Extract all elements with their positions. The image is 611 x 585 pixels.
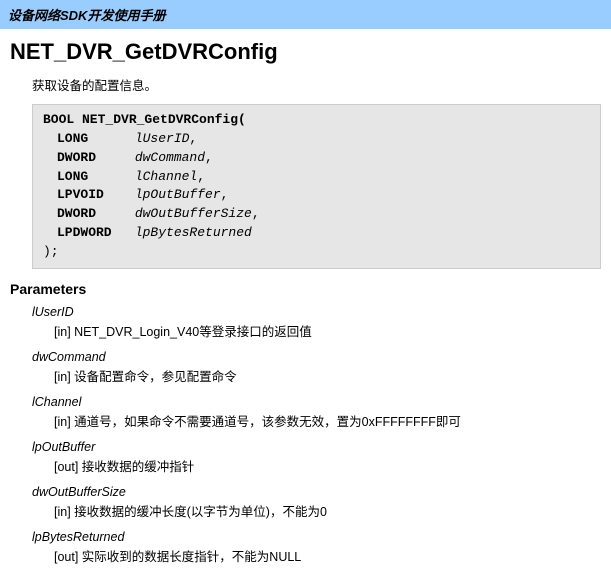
signature-param-name: lChannel [135,169,197,184]
signature-close: ); [43,244,59,259]
signature-param-type: LONG [43,168,127,187]
parameter-name: dwOutBufferSize [32,485,601,499]
signature-param-type: DWORD [43,149,127,168]
function-signature: BOOL NET_DVR_GetDVRConfig( LONG lUserID,… [32,104,601,269]
function-summary: 获取设备的配置信息。 [32,75,601,94]
signature-param: LPVOID lpOutBuffer, [43,186,590,205]
page-content: NET_DVR_GetDVRConfig 获取设备的配置信息。 BOOL NET… [0,29,611,585]
signature-param: LONG lUserID, [43,130,590,149]
parameter-block: lpBytesReturned [out] 实际收到的数据长度指针，不能为NULL [32,530,601,565]
signature-param-type: LONG [43,130,127,149]
signature-param-type: LPVOID [43,186,127,205]
signature-param-name: lpBytesReturned [135,225,252,240]
signature-param-name: dwCommand [135,150,205,165]
signature-param-name: lUserID [135,131,190,146]
parameter-description: [in] 通道号，如果命令不需要通道号，该参数无效，置为0xFFFFFFFF即可 [54,411,601,430]
signature-param-name: dwOutBufferSize [135,206,252,221]
parameter-name: lChannel [32,395,601,409]
signature-param: DWORD dwOutBufferSize, [43,205,590,224]
parameter-block: lpOutBuffer [out] 接收数据的缓冲指针 [32,440,601,475]
signature-param-type: LPDWORD [43,224,127,243]
breadcrumb: 设备网络SDK开发使用手册 [8,8,165,23]
parameter-description: [in] NET_DVR_Login_V40等登录接口的返回值 [54,321,601,340]
breadcrumb-bar: 设备网络SDK开发使用手册 [0,0,611,29]
parameters-list: lUserID [in] NET_DVR_Login_V40等登录接口的返回值dw… [32,305,601,565]
parameter-block: lUserID [in] NET_DVR_Login_V40等登录接口的返回值 [32,305,601,340]
signature-param-type: DWORD [43,205,127,224]
signature-param-name: lpOutBuffer [135,187,221,202]
parameter-name: dwCommand [32,350,601,364]
parameter-description: [out] 实际收到的数据长度指针，不能为NULL [54,546,601,565]
signature-open: BOOL NET_DVR_GetDVRConfig( [43,112,246,127]
parameter-name: lpOutBuffer [32,440,601,454]
parameter-block: dwCommand [in] 设备配置命令，参见配置命令 [32,350,601,385]
page-title: NET_DVR_GetDVRConfig [10,39,601,65]
signature-param: LONG lChannel, [43,168,590,187]
signature-param: DWORD dwCommand, [43,149,590,168]
parameter-description: [in] 接收数据的缓冲长度(以字节为单位)，不能为0 [54,501,601,520]
parameter-block: dwOutBufferSize [in] 接收数据的缓冲长度(以字节为单位)，不能… [32,485,601,520]
parameter-description: [out] 接收数据的缓冲指针 [54,456,601,475]
parameter-name: lUserID [32,305,601,319]
signature-param: LPDWORD lpBytesReturned [43,224,590,243]
parameter-block: lChannel [in] 通道号，如果命令不需要通道号，该参数无效，置为0xFF… [32,395,601,430]
parameter-description: [in] 设备配置命令，参见配置命令 [54,366,601,385]
parameters-heading: Parameters [10,281,601,297]
parameter-name: lpBytesReturned [32,530,601,544]
